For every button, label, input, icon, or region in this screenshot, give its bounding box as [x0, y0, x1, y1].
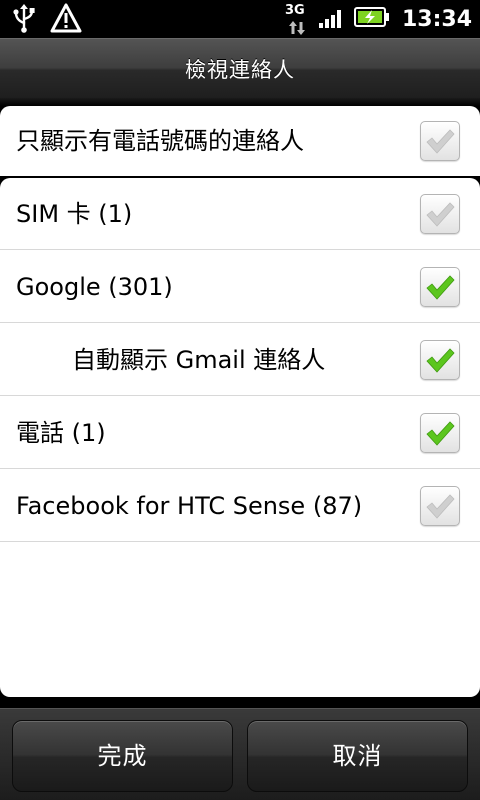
accounts-list: SIM 卡 (1) Google (301) 自動顯示 Gmail 連絡人 電話… — [0, 178, 480, 697]
screen: 3G 13:34 檢視連絡人 只顯示有電話號碼的連絡人 SIM 卡 (1) Go… — [0, 0, 480, 800]
account-row-sim[interactable]: SIM 卡 (1) — [0, 178, 480, 250]
account-label-sim: SIM 卡 (1) — [16, 200, 133, 228]
network-type-label: 3G — [284, 3, 305, 18]
account-row-google[interactable]: Google (301) — [0, 251, 480, 323]
phone-only-card: 只顯示有電話號碼的連絡人 — [0, 106, 480, 176]
clock: 13:34 — [401, 6, 472, 32]
account-row-facebook[interactable]: Facebook for HTC Sense (87) — [0, 470, 480, 542]
battery-charging-icon — [353, 6, 390, 32]
account-row-phone[interactable]: 電話 (1) — [0, 397, 480, 469]
account-checkbox-gmail-auto[interactable] — [420, 340, 460, 380]
phone-only-checkbox[interactable] — [420, 121, 460, 161]
account-checkbox-sim[interactable] — [420, 194, 460, 234]
dialog-title: 檢視連絡人 — [185, 58, 295, 82]
account-label-facebook: Facebook for HTC Sense (87) — [16, 492, 363, 520]
dialog-title-bar: 檢視連絡人 — [0, 38, 480, 99]
account-row-gmail-auto[interactable]: 自動顯示 Gmail 連絡人 — [0, 324, 480, 396]
cancel-button[interactable]: 取消 — [247, 720, 468, 792]
account-checkbox-phone[interactable] — [420, 413, 460, 453]
system-icons: 3G 13:34 — [284, 0, 472, 38]
notification-icons — [12, 3, 82, 37]
account-checkbox-facebook[interactable] — [420, 486, 460, 526]
done-button[interactable]: 完成 — [12, 720, 233, 792]
account-label-gmail-auto: 自動顯示 Gmail 連絡人 — [72, 346, 326, 374]
usb-icon — [12, 3, 36, 37]
signal-icon — [318, 5, 346, 33]
title-shadow — [0, 98, 480, 106]
warning-icon — [50, 3, 82, 37]
status-bar: 3G 13:34 — [0, 0, 480, 38]
phone-only-row[interactable]: 只顯示有電話號碼的連絡人 — [0, 106, 480, 176]
account-label-phone: 電話 (1) — [16, 419, 106, 447]
account-label-google: Google (301) — [16, 273, 173, 301]
account-checkbox-google[interactable] — [420, 267, 460, 307]
phone-only-label: 只顯示有電話號碼的連絡人 — [16, 127, 304, 155]
network-type: 3G — [284, 3, 310, 35]
data-arrows-icon — [288, 20, 306, 39]
dialog-button-bar: 完成 取消 — [0, 708, 480, 800]
